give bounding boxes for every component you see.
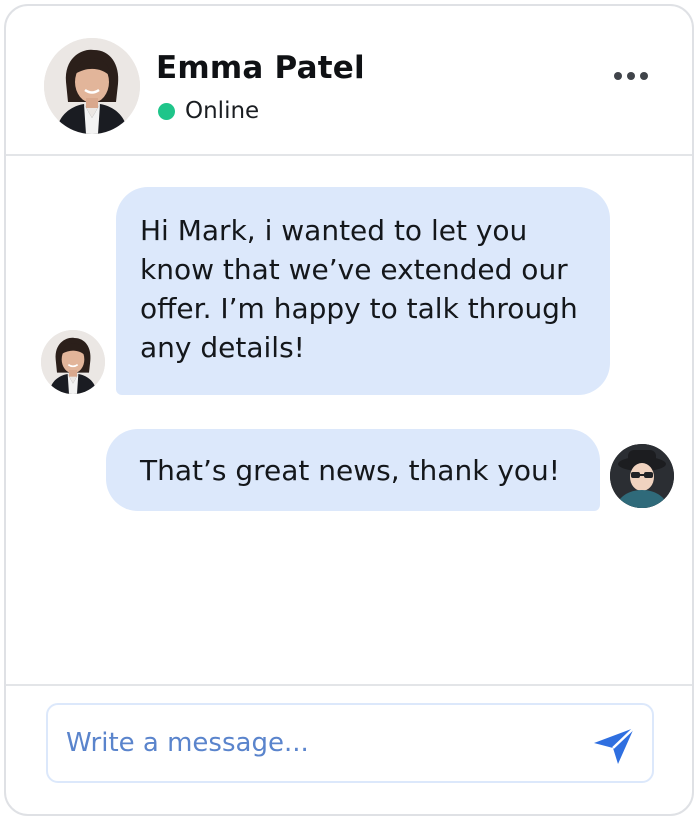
more-options-button[interactable] [614,72,648,80]
chat-window: Emma Patel Online Hi Mark, i wanted to l… [4,4,694,816]
user-avatar[interactable] [610,444,674,508]
more-dots-icon [640,72,648,80]
more-dots-icon [627,72,635,80]
incoming-message-text: Hi Mark, i wanted to let you know that w… [140,214,578,364]
chat-header: Emma Patel Online [6,6,692,156]
status-text: Online [185,98,260,124]
message-input[interactable] [46,703,654,783]
send-icon [594,727,635,764]
status-indicator: Online [158,98,259,124]
more-dots-icon [614,72,622,80]
send-button[interactable] [592,726,636,766]
online-dot-icon [158,102,175,120]
message-list[interactable]: Hi Mark, i wanted to let you know that w… [6,158,692,684]
contact-name: Emma Patel [156,50,365,86]
message-composer [6,684,692,814]
outgoing-message-text: That’s great news, thank you! [140,454,560,487]
outgoing-message-bubble: That’s great news, thank you! [106,429,600,511]
contact-avatar[interactable] [44,38,140,134]
sender-avatar[interactable] [41,330,105,394]
incoming-message-bubble: Hi Mark, i wanted to let you know that w… [116,187,610,395]
